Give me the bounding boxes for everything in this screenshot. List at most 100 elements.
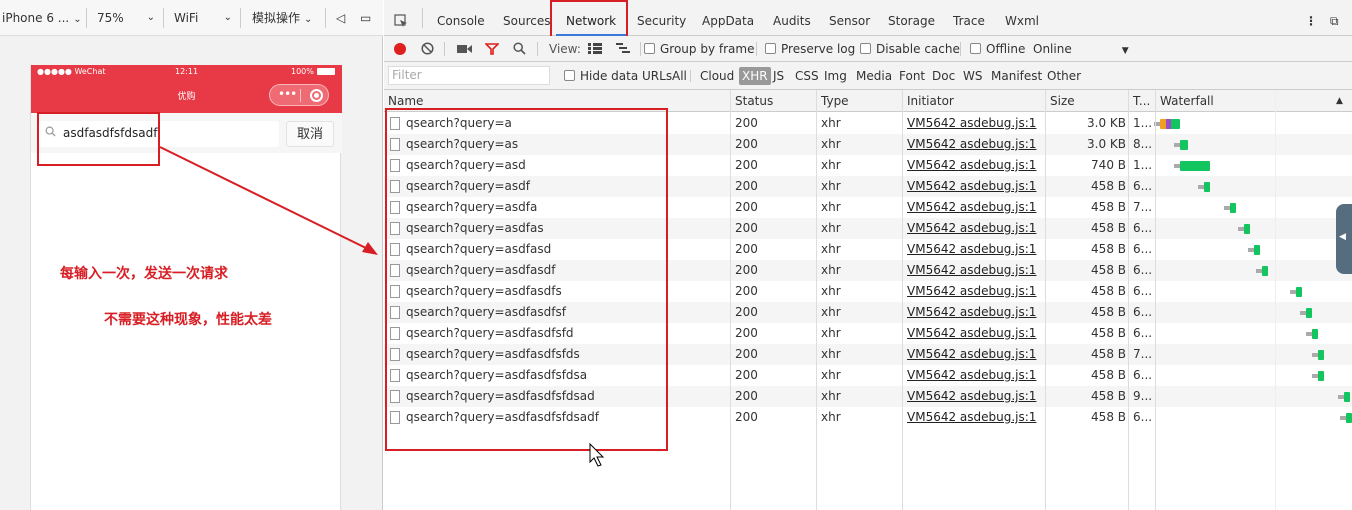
tab-appdata[interactable]: AppData <box>702 0 754 36</box>
request-initiator[interactable]: VM5642 asdebug.js:1 <box>907 176 1043 197</box>
preserve-log-checkbox[interactable]: Preserve log <box>765 36 855 62</box>
group-by-frame-checkbox[interactable]: Group by frame <box>644 36 754 62</box>
request-size: 458 B <box>1091 242 1126 256</box>
search-icon[interactable] <box>513 36 526 62</box>
column-header-initiator[interactable]: Initiator <box>903 90 1045 112</box>
video-camera-icon[interactable] <box>457 36 472 62</box>
clear-icon[interactable] <box>421 36 434 62</box>
request-status: 200 <box>735 368 758 382</box>
waterfall-bar <box>1262 266 1268 276</box>
throttling-select[interactable]: Online ▼ <box>1033 36 1129 62</box>
request-type: xhr <box>821 368 841 382</box>
waterfall-bar <box>1160 119 1180 129</box>
tab-security[interactable]: Security <box>637 0 686 36</box>
request-time: 6... <box>1133 368 1153 382</box>
simulator-toolbar: iPhone 6 ... ⌄ 75% ⌄ WiFi ⌄ 模拟操作 ⌄ ◁ ▭ <box>0 0 383 36</box>
hide-data-urls-checkbox[interactable]: Hide data URLs <box>564 62 672 90</box>
tab-sensor[interactable]: Sensor <box>829 0 870 36</box>
battery-icon <box>317 68 335 75</box>
capsule-menu[interactable]: ••• <box>269 84 329 106</box>
cancel-button[interactable]: 取消 <box>286 121 334 147</box>
request-type: xhr <box>821 326 841 340</box>
request-initiator[interactable]: VM5642 asdebug.js:1 <box>907 302 1043 323</box>
request-type: xhr <box>821 200 841 214</box>
request-initiator[interactable]: VM5642 asdebug.js:1 <box>907 365 1043 386</box>
waterfall-bar <box>1318 371 1324 381</box>
request-initiator[interactable]: VM5642 asdebug.js:1 <box>907 197 1043 218</box>
disable-cache-checkbox[interactable]: Disable cache <box>860 36 960 62</box>
request-status: 200 <box>735 137 758 151</box>
dock-side-icon[interactable]: ⧉ <box>1330 0 1339 36</box>
filter-input[interactable]: Filter <box>388 66 550 85</box>
list-view-icon[interactable] <box>588 36 602 62</box>
request-initiator[interactable]: VM5642 asdebug.js:1 <box>907 113 1043 134</box>
collapse-panel-handle[interactable] <box>1336 204 1352 274</box>
record-button[interactable] <box>394 36 406 62</box>
request-time: 6... <box>1133 410 1153 424</box>
divider <box>444 42 445 56</box>
request-time: 1... <box>1133 116 1153 130</box>
devtools-tab-bar: Console Sources Network Security AppData… <box>384 0 1352 36</box>
request-initiator[interactable]: VM5642 asdebug.js:1 <box>907 281 1043 302</box>
volume-icon[interactable]: ◁ <box>336 0 345 36</box>
column-divider <box>730 90 731 510</box>
divider <box>325 8 326 28</box>
request-initiator[interactable]: VM5642 asdebug.js:1 <box>907 155 1043 176</box>
filter-type-all[interactable]: All <box>672 62 687 90</box>
inspect-element-icon[interactable] <box>394 0 414 36</box>
carrier-label: ●●●●● WeChat <box>37 67 106 76</box>
tab-console[interactable]: Console <box>437 0 485 36</box>
waterfall-view-icon[interactable] <box>616 36 630 62</box>
request-type: xhr <box>821 137 841 151</box>
more-icon[interactable]: ••• <box>278 87 297 101</box>
request-type: xhr <box>821 179 841 193</box>
tab-audits[interactable]: Audits <box>773 0 811 36</box>
request-initiator[interactable]: VM5642 asdebug.js:1 <box>907 218 1043 239</box>
detach-window-icon[interactable]: ▭ <box>360 0 371 36</box>
tab-trace[interactable]: Trace <box>953 0 985 36</box>
network-select[interactable]: WiFi ⌄ <box>174 0 234 36</box>
request-initiator[interactable]: VM5642 asdebug.js:1 <box>907 344 1043 365</box>
column-divider <box>1045 90 1046 510</box>
filter-type-cloud[interactable]: Cloud <box>700 62 734 90</box>
column-header-status[interactable]: Status <box>731 90 816 112</box>
request-initiator[interactable]: VM5642 asdebug.js:1 <box>907 407 1043 428</box>
waterfall-bar <box>1346 413 1352 423</box>
filter-type-xhr[interactable]: XHR <box>739 67 771 85</box>
mode-select[interactable]: 模拟操作 ⌄ <box>252 0 312 36</box>
request-size: 458 B <box>1091 305 1126 319</box>
filter-type-css[interactable]: CSS <box>795 62 819 90</box>
request-initiator[interactable]: VM5642 asdebug.js:1 <box>907 134 1043 155</box>
tab-wxml[interactable]: Wxml <box>1005 0 1039 36</box>
checkbox-box <box>860 43 871 54</box>
filter-type-img[interactable]: Img <box>824 62 847 90</box>
tab-storage[interactable]: Storage <box>888 0 935 36</box>
close-miniapp-icon[interactable] <box>310 89 323 102</box>
tab-sources[interactable]: Sources <box>503 0 550 36</box>
sort-ascending-icon[interactable]: ▲ <box>1332 90 1343 112</box>
offline-checkbox[interactable]: Offline <box>970 36 1025 62</box>
zoom-select[interactable]: 75% ⌄ <box>97 0 157 36</box>
column-header-size[interactable]: Size <box>1046 90 1128 112</box>
request-time: 6... <box>1133 263 1153 277</box>
waterfall-bar <box>1230 203 1236 213</box>
device-select[interactable]: iPhone 6 ... ⌄ <box>2 0 82 36</box>
filter-type-manifest[interactable]: Manifest <box>991 62 1042 90</box>
request-initiator[interactable]: VM5642 asdebug.js:1 <box>907 386 1043 407</box>
request-initiator[interactable]: VM5642 asdebug.js:1 <box>907 239 1043 260</box>
filter-type-font[interactable]: Font <box>899 62 925 90</box>
filter-icon[interactable] <box>484 36 500 62</box>
filter-type-media[interactable]: Media <box>856 62 892 90</box>
column-header-time[interactable]: T... <box>1129 90 1155 112</box>
request-initiator[interactable]: VM5642 asdebug.js:1 <box>907 260 1043 281</box>
filter-type-doc[interactable]: Doc <box>932 62 955 90</box>
clock-label: 12:11 <box>175 67 199 76</box>
filter-type-ws[interactable]: WS <box>963 62 982 90</box>
request-size: 458 B <box>1091 200 1126 214</box>
request-initiator[interactable]: VM5642 asdebug.js:1 <box>907 323 1043 344</box>
column-header-waterfall[interactable]: Waterfall <box>1156 90 1336 112</box>
filter-type-other[interactable]: Other <box>1047 62 1081 90</box>
more-options-icon[interactable]: ⋮ <box>1305 0 1317 36</box>
column-header-type[interactable]: Type <box>817 90 902 112</box>
filter-type-js[interactable]: JS <box>773 62 784 90</box>
